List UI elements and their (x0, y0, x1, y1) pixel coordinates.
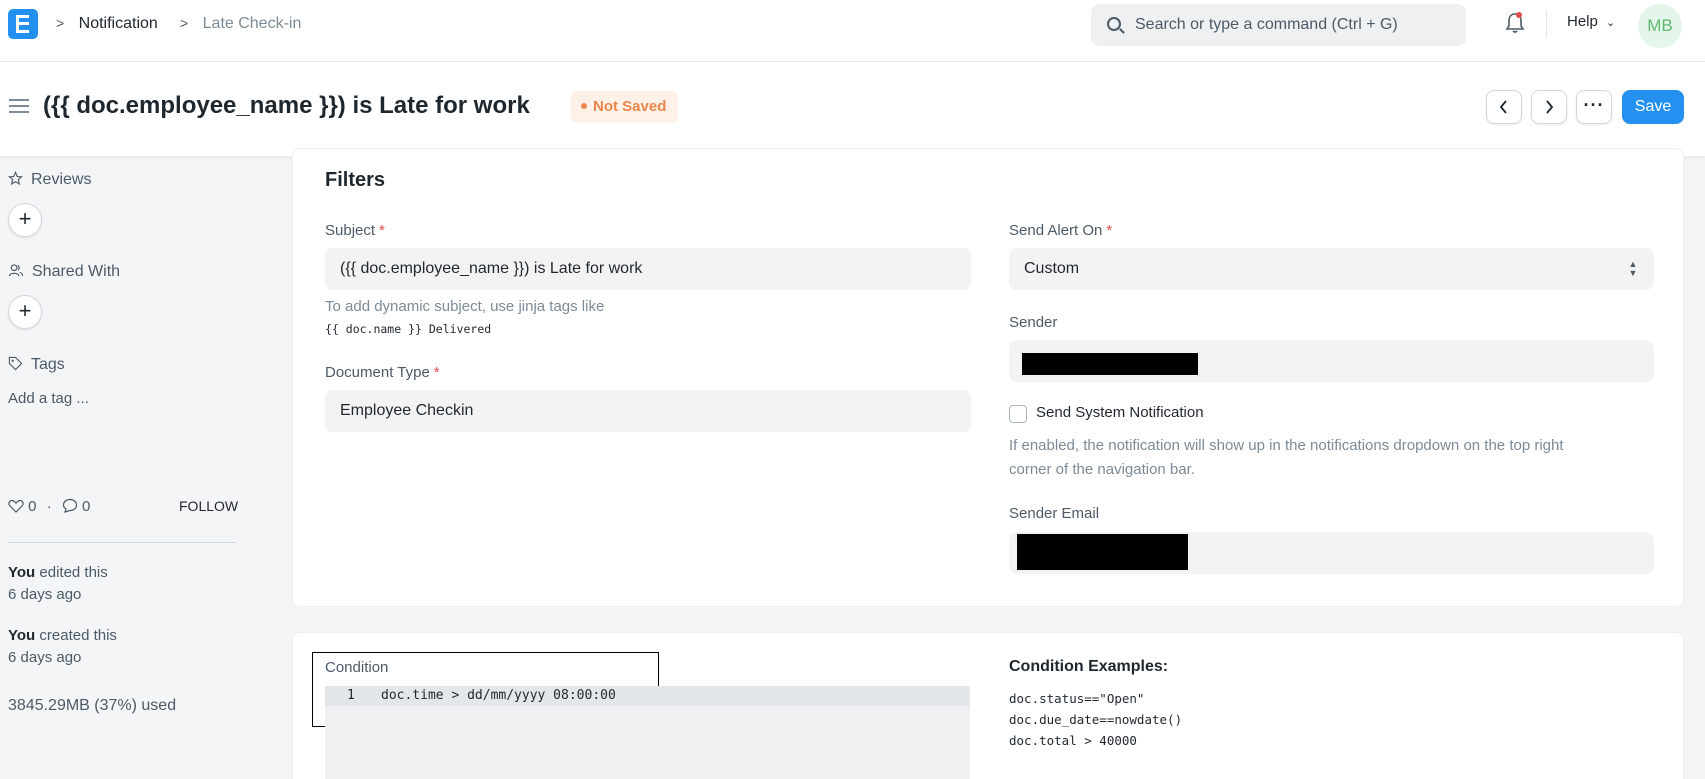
send-alert-on-select[interactable]: Custom ▲ ▼ (1009, 248, 1654, 290)
filters-section: Filters Subject * ({{ doc.employee_name }… (292, 148, 1684, 607)
document-type-field[interactable]: Employee Checkin (325, 390, 971, 432)
subject-help-code: {{ doc.name }} Delivered (325, 322, 492, 336)
sender-email-label: Sender Email (1009, 505, 1100, 522)
condition-example: doc.due_date==nowdate() (1009, 712, 1183, 727)
comments-count: 0 (82, 498, 91, 515)
activity-created: You created this (8, 627, 117, 644)
add-tag-input[interactable]: Add a tag ... (8, 390, 89, 407)
status-badge: Not Saved (571, 91, 679, 123)
tags-heading: Tags (8, 356, 65, 374)
condition-label: Condition (325, 659, 389, 676)
activity-edited-time: 6 days ago (8, 586, 82, 603)
divider (1546, 10, 1547, 38)
send-system-notification-checkbox[interactable] (1009, 405, 1027, 423)
divider (8, 542, 236, 543)
redacted-value (1017, 534, 1188, 570)
breadcrumb-late-check-in[interactable]: > Late Check-in (180, 13, 301, 34)
heart-icon[interactable] (8, 499, 24, 513)
activity-created-time: 6 days ago (8, 649, 82, 666)
users-icon (8, 264, 24, 277)
chevron-right-icon: > (180, 15, 189, 31)
search-icon (1107, 17, 1121, 31)
tag-icon (8, 356, 23, 371)
condition-code[interactable]: doc.time > dd/mm/yyyy 08:00:00 (381, 688, 616, 703)
help-dropdown[interactable]: Help ⌄ (1567, 13, 1615, 30)
condition-example: doc.total > 40000 (1009, 733, 1137, 748)
next-document-button[interactable] (1531, 90, 1567, 124)
app-logo-icon[interactable] (8, 9, 38, 39)
sender-email-field[interactable] (1009, 532, 1654, 574)
document-type-label: Document Type * (325, 364, 440, 381)
likes-comments: 0 · 0 (8, 498, 90, 515)
shared-with-heading: Shared With (8, 263, 120, 281)
page-head: ({{ doc.employee_name }}) is Late for wo… (0, 62, 1705, 156)
star-icon (8, 171, 23, 186)
select-arrows-icon: ▲ ▼ (1628, 259, 1638, 278)
redacted-value (1022, 353, 1198, 375)
avatar[interactable]: MB (1638, 4, 1682, 48)
add-review-button[interactable]: + (8, 203, 42, 237)
line-number: 1 (347, 688, 355, 703)
sender-label: Sender (1009, 314, 1058, 331)
breadcrumb-notification[interactable]: > Notification (56, 13, 158, 34)
send-alert-on-label: Send Alert On * (1009, 222, 1113, 239)
chevron-right-icon (1546, 100, 1554, 114)
status-dot (581, 103, 587, 110)
page-title: ({{ doc.employee_name }}) is Late for wo… (43, 92, 530, 119)
more-actions-button[interactable]: ··· (1576, 90, 1612, 124)
system-notification-help-1: If enabled, the notification will show u… (1009, 437, 1564, 454)
condition-example: doc.status=="Open" (1009, 691, 1145, 706)
hamburger-menu-icon[interactable] (9, 99, 29, 113)
activity-edited: You edited this (8, 564, 108, 581)
separator-dot: · (46, 498, 52, 515)
sender-field[interactable] (1009, 340, 1654, 382)
subject-label: Subject * (325, 222, 385, 239)
condition-examples-title: Condition Examples: (1009, 658, 1169, 675)
notification-dot (1516, 12, 1522, 18)
follow-button[interactable]: FOLLOW (179, 498, 238, 514)
form-sidebar: Reviews + Shared With + Tags Add a tag .… (0, 156, 250, 779)
system-notification-help-2: corner of the navigation bar. (1009, 461, 1195, 478)
save-button[interactable]: Save (1622, 90, 1684, 124)
bell-icon[interactable] (1505, 12, 1525, 34)
reviews-heading: Reviews (8, 171, 91, 189)
chevron-left-icon (1499, 100, 1507, 114)
condition-section: Condition 1 doc.time > dd/mm/yyyy 08:00:… (292, 632, 1684, 779)
chevron-right-icon: > (56, 15, 65, 31)
subject-field[interactable]: ({{ doc.employee_name }}) is Late for wo… (325, 248, 971, 290)
previous-document-button[interactable] (1486, 90, 1522, 124)
likes-count: 0 (28, 498, 37, 515)
top-navbar: > Notification > Late Check-in Search or… (0, 0, 1705, 62)
search-placeholder[interactable]: Search or type a command (Ctrl + G) (1135, 16, 1398, 34)
send-system-notification-label[interactable]: Send System Notification (1036, 404, 1204, 421)
storage-usage: 3845.29MB (37%) used (8, 697, 177, 714)
subject-help: To add dynamic subject, use jinja tags l… (325, 298, 605, 315)
comment-icon[interactable] (62, 498, 78, 513)
add-share-button[interactable]: + (8, 295, 42, 329)
condition-code-editor[interactable]: 1 doc.time > dd/mm/yyyy 08:00:00 (325, 686, 970, 779)
section-title: Filters (325, 169, 386, 191)
search-input[interactable]: Search or type a command (Ctrl + G) (1091, 4, 1466, 46)
chevron-down-icon: ⌄ (1606, 17, 1616, 29)
